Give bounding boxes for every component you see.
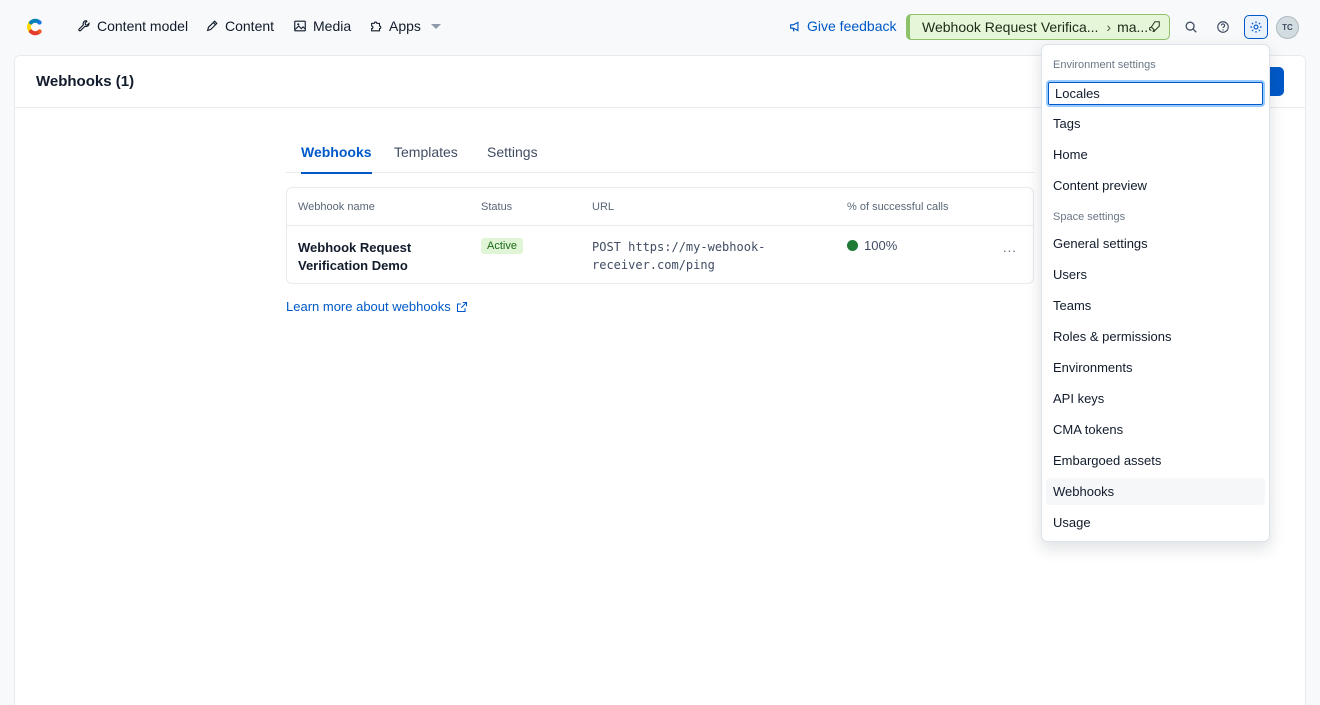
search-button[interactable] xyxy=(1179,15,1203,39)
env-space-name: Webhook Request Verifica... xyxy=(922,19,1099,35)
table-row[interactable]: Webhook Request Verification Demo Active… xyxy=(287,225,1033,283)
external-link-icon xyxy=(456,301,467,312)
nav-media[interactable]: Media xyxy=(293,18,351,34)
megaphone-icon xyxy=(790,21,799,32)
pen-icon xyxy=(206,20,218,32)
success-rate: 100% xyxy=(847,238,897,253)
menu-item-home[interactable]: Home xyxy=(1046,141,1265,168)
column-header-status: Status xyxy=(481,201,513,213)
nav-apps-label: Apps xyxy=(389,18,421,34)
wrench-icon xyxy=(78,20,90,32)
settings-dropdown-menu: Environment settings Locales Tags Home C… xyxy=(1041,44,1270,542)
success-dot-icon xyxy=(847,240,858,251)
menu-item-teams[interactable]: Teams xyxy=(1046,292,1265,319)
chevron-down-icon xyxy=(430,23,441,29)
learn-more-link[interactable]: Learn more about webhooks xyxy=(286,299,468,314)
menu-item-embargoed-assets[interactable]: Embargoed assets xyxy=(1046,447,1265,474)
give-feedback-link[interactable]: Give feedback xyxy=(789,18,897,34)
image-icon xyxy=(294,20,306,32)
tab-bar: Webhooks Templates Settings xyxy=(286,137,1034,174)
column-header-name: Webhook name xyxy=(298,201,375,213)
puzzle-icon xyxy=(371,21,382,32)
search-icon xyxy=(1185,21,1197,33)
webhook-name[interactable]: Webhook Request Verification Demo xyxy=(298,239,448,275)
webhook-url: POST https://my-webhook-receiver.com/pin… xyxy=(592,240,766,272)
tab-templates[interactable]: Templates xyxy=(394,144,458,172)
menu-item-roles-permissions[interactable]: Roles & permissions xyxy=(1046,323,1265,350)
webhooks-table: Webhook name Status URL % of successful … xyxy=(286,187,1034,284)
menu-item-tags[interactable]: Tags xyxy=(1046,110,1265,137)
status-badge: Active xyxy=(481,238,523,254)
help-button[interactable] xyxy=(1211,15,1235,39)
nav-apps[interactable]: Apps xyxy=(369,18,441,34)
menu-item-api-keys[interactable]: API keys xyxy=(1046,385,1265,412)
help-icon xyxy=(1217,21,1229,33)
menu-item-webhooks[interactable]: Webhooks xyxy=(1046,478,1265,505)
nav-content-label: Content xyxy=(225,18,275,34)
gear-icon xyxy=(1250,21,1262,33)
column-header-success: % of successful calls xyxy=(847,201,949,213)
menu-item-general-settings[interactable]: General settings xyxy=(1046,230,1265,257)
column-header-url: URL xyxy=(592,201,615,213)
section-space-settings: Space settings xyxy=(1053,211,1126,223)
row-more-menu-button[interactable]: ... xyxy=(1003,240,1017,255)
settings-button[interactable] xyxy=(1244,15,1268,39)
menu-item-content-preview[interactable]: Content preview xyxy=(1046,172,1265,199)
tab-webhooks[interactable]: Webhooks xyxy=(301,144,372,174)
page-title: Webhooks (1) xyxy=(36,73,135,90)
give-feedback-label: Give feedback xyxy=(807,18,897,34)
menu-item-locales[interactable]: Locales xyxy=(1046,80,1265,107)
nav-media-label: Media xyxy=(313,18,352,34)
nav-content-model-label: Content model xyxy=(97,18,189,34)
menu-item-environments[interactable]: Environments xyxy=(1046,354,1265,381)
avatar-initials: TC xyxy=(1282,23,1293,32)
tab-settings[interactable]: Settings xyxy=(487,144,538,172)
menu-item-cma-tokens[interactable]: CMA tokens xyxy=(1046,416,1265,443)
rocket-icon xyxy=(1149,21,1160,32)
section-environment-settings: Environment settings xyxy=(1053,59,1156,71)
menu-item-usage[interactable]: Usage xyxy=(1046,509,1265,536)
nav-content-model[interactable]: Content model xyxy=(77,18,188,34)
learn-more-label: Learn more about webhooks xyxy=(286,299,451,314)
user-avatar[interactable]: TC xyxy=(1276,16,1299,39)
environment-switcher[interactable]: Webhook Request Verifica... › ma... xyxy=(906,14,1170,40)
nav-content[interactable]: Content xyxy=(205,18,274,34)
contentful-logo-icon[interactable] xyxy=(22,15,46,39)
success-rate-value: 100% xyxy=(864,238,898,253)
env-name: ma... xyxy=(1117,19,1149,35)
menu-item-users[interactable]: Users xyxy=(1046,261,1265,288)
chevron-right-icon: › xyxy=(1106,19,1112,35)
